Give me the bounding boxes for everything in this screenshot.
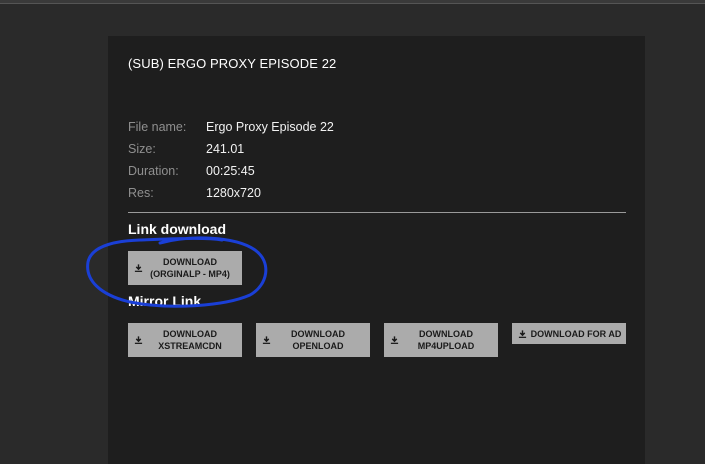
download-icon [390, 336, 399, 344]
download-icon [134, 336, 143, 344]
download-openload-button[interactable]: DOWNLOAD OPENLOAD [256, 323, 370, 357]
download-xstreamcdn-button[interactable]: DOWNLOAD XSTREAMCDN [128, 323, 242, 357]
button-label: DOWNLOAD FOR AD [530, 328, 622, 339]
download-original-button[interactable]: DOWNLOAD (ORGINALP - MP4) [128, 251, 242, 285]
download-panel: (SUB) ERGO PROXY EPISODE 22 File name: E… [108, 36, 645, 464]
download-for-ad-button[interactable]: DOWNLOAD FOR AD [512, 323, 626, 344]
download-icon [518, 329, 527, 338]
info-row-duration: Duration: 00:25:45 [128, 160, 334, 182]
info-label: Res: [128, 186, 154, 200]
info-value: 1280x720 [206, 186, 261, 200]
button-label: DOWNLOAD OPENLOAD [291, 329, 345, 351]
button-label: DOWNLOAD (ORGINALP - MP4) [150, 257, 230, 279]
info-label: Size: [128, 142, 156, 156]
file-info: File name: Ergo Proxy Episode 22 Size: 2… [128, 116, 334, 204]
page-title: (SUB) ERGO PROXY EPISODE 22 [128, 56, 337, 71]
info-row-size: Size: 241.01 [128, 138, 334, 160]
download-icon [262, 336, 271, 344]
top-border [0, 0, 705, 4]
info-value: 00:25:45 [206, 164, 255, 178]
info-row-resolution: Res: 1280x720 [128, 182, 334, 204]
info-value: Ergo Proxy Episode 22 [206, 120, 334, 134]
button-label: DOWNLOAD MP4UPLOAD [417, 329, 475, 351]
download-icon [134, 264, 143, 272]
download-mp4upload-button[interactable]: DOWNLOAD MP4UPLOAD [384, 323, 498, 357]
info-row-filename: File name: Ergo Proxy Episode 22 [128, 116, 334, 138]
info-value: 241.01 [206, 142, 245, 156]
info-label: Duration: [128, 164, 179, 178]
button-label: DOWNLOAD XSTREAMCDN [158, 329, 222, 351]
mirror-link-heading: Mirror Link [128, 293, 202, 309]
divider [128, 212, 626, 213]
info-label: File name: [128, 120, 187, 134]
link-download-heading: Link download [128, 221, 226, 237]
